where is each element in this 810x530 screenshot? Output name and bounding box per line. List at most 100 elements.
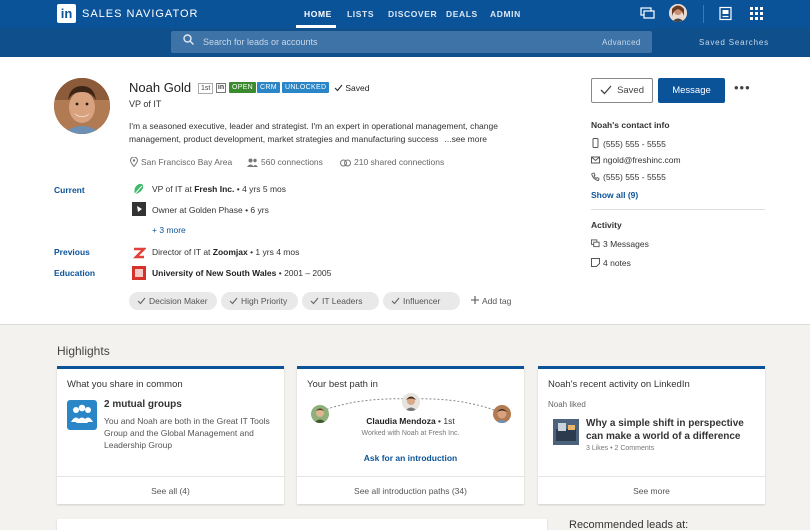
position-title: Owner at Golden Phase bbox=[152, 205, 243, 215]
advanced-search-link[interactable]: Advanced bbox=[602, 38, 641, 47]
university-crest-icon bbox=[132, 266, 146, 280]
mutual-groups-link[interactable]: 2 mutual groups bbox=[104, 399, 182, 410]
app-title[interactable]: SALES NAVIGATOR bbox=[82, 8, 198, 20]
intro-contact-degree: • 1st bbox=[435, 416, 455, 426]
groups-icon bbox=[67, 400, 97, 430]
shared-connections[interactable]: 210 shared connections bbox=[340, 157, 444, 167]
add-tag-button[interactable]: Add tag bbox=[471, 296, 511, 306]
previous-position[interactable]: Director of IT at Zoomjax • 1 yrs 4 mos bbox=[152, 247, 299, 257]
degree-badge: 1st bbox=[198, 83, 214, 94]
mutual-groups-description: You and Noah are both in the Great IT To… bbox=[104, 416, 270, 450]
search-placeholder[interactable]: Search for leads or accounts bbox=[203, 37, 318, 47]
post-thumbnail[interactable] bbox=[553, 419, 579, 445]
current-position-1[interactable]: VP of IT at Fresh Inc. • 4 yrs 5 mos bbox=[152, 184, 286, 194]
saved-status: Saved bbox=[334, 83, 369, 93]
mobile-phone-icon bbox=[592, 138, 599, 148]
nav-discover[interactable]: DISCOVER bbox=[388, 9, 437, 19]
nav-lists[interactable]: LISTS bbox=[347, 9, 374, 19]
check-icon bbox=[334, 84, 343, 92]
crm-badge: CRM bbox=[257, 82, 280, 93]
contact-email[interactable]: ngold@freshinc.com bbox=[591, 155, 681, 165]
post-title-link[interactable]: Why a simple shift in perspective can ma… bbox=[586, 417, 761, 443]
golden-phase-logo-icon bbox=[132, 202, 146, 216]
card-title: Noah's recent activity on LinkedIn bbox=[548, 379, 690, 390]
profile-summary: I'm a seasoned executive, leader and str… bbox=[129, 120, 509, 146]
current-position-2[interactable]: Owner at Golden Phase • 6 yrs bbox=[152, 205, 269, 215]
summary-text: I'm a seasoned executive, leader and str… bbox=[129, 121, 498, 144]
more-options-button[interactable]: ••• bbox=[734, 81, 751, 94]
see-more-activity-link[interactable]: See more bbox=[538, 476, 765, 504]
more-positions-link[interactable]: + 3 more bbox=[152, 225, 186, 235]
people-icon bbox=[247, 158, 258, 167]
messages-icon[interactable] bbox=[640, 6, 655, 21]
previous-company[interactable]: Zoomjax bbox=[213, 247, 248, 257]
previous-duration: • 1 yrs 4 mos bbox=[247, 247, 300, 257]
tag-influencer[interactable]: Influencer bbox=[383, 292, 460, 310]
nav-admin[interactable]: ADMIN bbox=[490, 9, 521, 19]
notes-count: 4 notes bbox=[603, 258, 631, 268]
top-navigation-bar: in SALES NAVIGATOR HOME LISTS DISCOVER D… bbox=[0, 0, 810, 28]
connections-text: 560 connections bbox=[261, 157, 323, 167]
education-entry[interactable]: University of New South Wales • 2001 – 2… bbox=[152, 268, 331, 278]
intro-contact[interactable]: Claudia Mendoza • 1st bbox=[297, 416, 524, 426]
notes-icon[interactable] bbox=[718, 6, 733, 21]
add-tag-label: Add tag bbox=[482, 296, 512, 306]
contact-phone-2[interactable]: (555) 555 - 5555 bbox=[591, 172, 666, 182]
tag-label: High Priority bbox=[241, 296, 288, 306]
saved-button[interactable]: Saved bbox=[591, 78, 653, 103]
nav-home[interactable]: HOME bbox=[304, 9, 332, 19]
position-title: VP of IT at bbox=[152, 184, 195, 194]
message-button[interactable]: Message bbox=[658, 78, 725, 103]
email-text: ngold@freshinc.com bbox=[603, 155, 681, 165]
next-section-card bbox=[57, 519, 547, 530]
tag-high-priority[interactable]: High Priority bbox=[221, 292, 298, 310]
messages-icon bbox=[591, 239, 600, 248]
search-bar-region bbox=[0, 28, 810, 57]
phone-1-text: (555) 555 - 5555 bbox=[603, 139, 666, 149]
saved-status-label: Saved bbox=[345, 83, 370, 93]
education-years: • 2001 – 2005 bbox=[276, 268, 332, 278]
tag-it-leaders[interactable]: IT Leaders bbox=[302, 292, 379, 310]
intro-contact-name[interactable]: Claudia Mendoza bbox=[366, 416, 435, 426]
check-icon bbox=[229, 297, 238, 305]
intro-contact-relation: Worked with Noah at Fresh Inc. bbox=[361, 430, 460, 437]
tag-label: Influencer bbox=[403, 296, 441, 306]
connections[interactable]: 560 connections bbox=[247, 157, 323, 167]
apps-grid-icon[interactable] bbox=[749, 6, 764, 21]
see-more-link[interactable]: ...see more bbox=[444, 134, 487, 144]
post-engagement: 3 Likes • 2 Comments bbox=[586, 445, 655, 452]
activity-messages[interactable]: 3 Messages bbox=[591, 239, 649, 249]
tag-decision-maker[interactable]: Decision Maker bbox=[129, 292, 217, 310]
note-icon bbox=[591, 258, 600, 267]
saved-searches-link[interactable]: Saved Searches bbox=[699, 38, 769, 47]
user-avatar[interactable] bbox=[669, 4, 687, 22]
tag-label: Decision Maker bbox=[149, 296, 208, 306]
school-name[interactable]: University of New South Wales bbox=[152, 268, 276, 278]
saved-button-label: Saved bbox=[617, 85, 644, 96]
company-name[interactable]: Fresh Inc. bbox=[194, 184, 234, 194]
email-icon bbox=[591, 156, 600, 164]
location: San Francisco Bay Area bbox=[130, 157, 232, 167]
position-duration: • 6 yrs bbox=[242, 205, 269, 215]
fresh-inc-logo-icon bbox=[134, 183, 144, 195]
linkedin-logo[interactable]: in bbox=[57, 4, 76, 23]
best-path-card: Your best path in Claudia Mendoza • 1st … bbox=[297, 366, 524, 504]
see-all-common-link[interactable]: See all (4) bbox=[57, 476, 284, 504]
show-all-contact-link[interactable]: Show all (9) bbox=[591, 190, 638, 200]
nav-divider bbox=[703, 5, 704, 23]
side-divider bbox=[591, 209, 765, 210]
nav-deals[interactable]: DEALS bbox=[446, 9, 478, 19]
shared-connections-text: 210 shared connections bbox=[354, 157, 445, 167]
shared-connections-icon bbox=[340, 159, 351, 167]
ask-introduction-link[interactable]: Ask for an introduction bbox=[297, 453, 524, 463]
recent-activity-card: Noah's recent activity on LinkedIn Noah … bbox=[538, 366, 765, 504]
activity-notes[interactable]: 4 notes bbox=[591, 258, 631, 268]
location-text: San Francisco Bay Area bbox=[141, 157, 233, 167]
activity-title: Activity bbox=[591, 220, 622, 230]
contact-phone-1[interactable]: (555) 555 - 5555 bbox=[591, 138, 666, 149]
claudia-avatar[interactable] bbox=[402, 393, 420, 411]
see-all-paths-link[interactable]: See all introduction paths (34) bbox=[297, 476, 524, 504]
shared-in-common-card: What you share in common 2 mutual groups… bbox=[57, 366, 284, 504]
profile-name: Noah Gold bbox=[129, 80, 192, 95]
previous-title: Director of IT at bbox=[152, 247, 213, 257]
